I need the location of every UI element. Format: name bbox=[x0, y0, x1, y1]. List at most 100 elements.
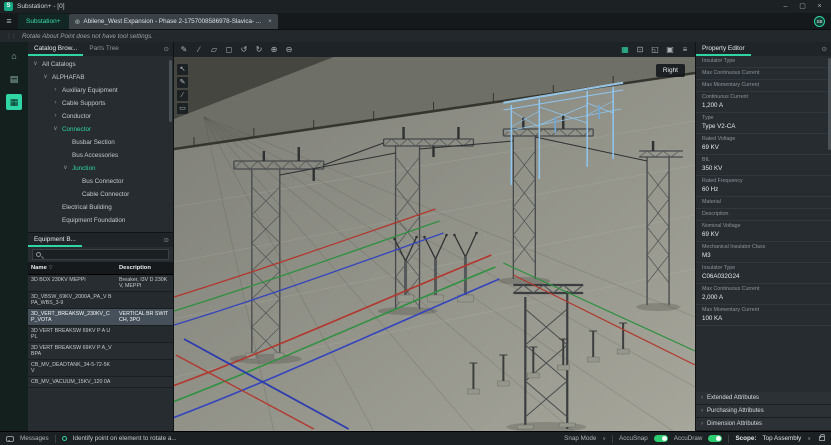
chevron-down-icon[interactable]: ∨ bbox=[42, 71, 49, 84]
saved-views-icon[interactable]: ▦ bbox=[620, 42, 630, 57]
section-header[interactable]: ›Dimension Attributes bbox=[696, 418, 831, 431]
zoom-out-icon[interactable]: ⊖ bbox=[284, 42, 294, 57]
table-row[interactable]: CB_MV_VACUUM_15KV_120 0A bbox=[28, 377, 173, 388]
property-field[interactable]: Max Momentary Current bbox=[696, 80, 831, 92]
column-header-description[interactable]: Description bbox=[116, 262, 173, 274]
viewport-side-tools: ↖ ✎ ∕ ▭ bbox=[177, 64, 188, 114]
line-icon[interactable]: ∕ bbox=[177, 90, 188, 101]
tree-item[interactable]: Busbar Section bbox=[28, 136, 173, 149]
lock-icon[interactable] bbox=[819, 436, 825, 441]
view-attributes-icon[interactable]: ▣ bbox=[665, 42, 675, 57]
scope-dropdown[interactable]: Top Assembly bbox=[762, 435, 801, 442]
view-cube-label[interactable]: Right bbox=[656, 64, 685, 77]
accudraw-toggle[interactable] bbox=[708, 435, 722, 442]
chevron-down-icon[interactable]: ∨ bbox=[807, 436, 811, 442]
property-field[interactable]: Nominal Voltage69 KV bbox=[696, 221, 831, 242]
divider bbox=[55, 435, 56, 443]
fit-view-icon[interactable]: ⊡ bbox=[635, 42, 645, 57]
line-icon[interactable]: ∕ bbox=[194, 42, 204, 57]
pen-icon[interactable]: ✎ bbox=[179, 42, 189, 57]
chevron-right-icon[interactable]: › bbox=[52, 84, 59, 97]
table-row[interactable]: 3D_VBSW_69KV_2000A_PA_V BPA_WBS_3-9 bbox=[28, 292, 173, 309]
pin-icon[interactable]: ⊙ bbox=[822, 45, 827, 53]
property-field[interactable]: TypeType V2-CA bbox=[696, 113, 831, 134]
viewport[interactable]: ✎ ∕ ▱ ◻ ↺ ↻ ⊕ ⊖ ▦ ⊡ ◱ ▣ ≡ ↖ ✎ ∕ ▭ Right bbox=[174, 42, 695, 431]
tree-item[interactable]: ›Auxiliary Equipment bbox=[28, 84, 173, 97]
property-field[interactable]: Material bbox=[696, 197, 831, 209]
tab-property-editor[interactable]: Property Editor bbox=[696, 42, 751, 56]
tree-item[interactable]: Equipment Foundation bbox=[28, 214, 173, 227]
tab-close-icon[interactable]: × bbox=[268, 18, 272, 25]
close-button[interactable]: × bbox=[812, 0, 827, 13]
search-input[interactable] bbox=[32, 249, 169, 260]
property-field[interactable]: Insulator TypeC06A032G24 bbox=[696, 263, 831, 284]
property-field[interactable]: Insulator Type bbox=[696, 56, 831, 68]
polygon-icon[interactable]: ▱ bbox=[209, 42, 219, 57]
tree-item[interactable]: ∨Junction bbox=[28, 162, 173, 175]
minimize-button[interactable]: – bbox=[778, 0, 793, 13]
tree-item[interactable]: ∨ALPHAFAB bbox=[28, 71, 173, 84]
property-field[interactable]: Max Continuous Current2,000 A bbox=[696, 284, 831, 305]
tree-item[interactable]: ›Cable Supports bbox=[28, 97, 173, 110]
snap-mode-label[interactable]: Snap Mode bbox=[564, 435, 596, 442]
tree-item[interactable]: Electrical Building bbox=[28, 201, 173, 214]
tab-parts-tree[interactable]: Parts Tree bbox=[83, 42, 124, 56]
window-area-icon[interactable]: ◱ bbox=[650, 42, 660, 57]
property-field[interactable]: Rated Frequency60 Hz bbox=[696, 176, 831, 197]
property-field[interactable]: BIL350 KV bbox=[696, 155, 831, 176]
catalog-icon[interactable]: ▦ bbox=[6, 94, 22, 110]
tab-equipment-browser[interactable]: Equipment B... bbox=[28, 233, 82, 247]
explorer-icon[interactable]: ▤ bbox=[6, 71, 22, 87]
column-header-name[interactable]: Name ▽ bbox=[28, 262, 116, 274]
grip-icon[interactable]: ⋮⋮ bbox=[6, 33, 16, 40]
chevron-down-icon[interactable]: ∨ bbox=[52, 123, 59, 136]
accusnap-toggle[interactable] bbox=[654, 435, 668, 442]
property-field[interactable]: Description bbox=[696, 209, 831, 221]
tree-item[interactable]: Cable Connector bbox=[28, 188, 173, 201]
rotate-cw-icon[interactable]: ↻ bbox=[254, 42, 264, 57]
messages-label[interactable]: Messages bbox=[20, 435, 49, 442]
table-row[interactable]: 3D VERT BREAKSW 69KV P A_VBPA bbox=[28, 343, 173, 360]
tab-catalog-browser[interactable]: Catalog Brow... bbox=[28, 42, 83, 56]
menu-icon[interactable]: ≡ bbox=[0, 13, 18, 29]
rotate-ccw-icon[interactable]: ↺ bbox=[239, 42, 249, 57]
scrollbar[interactable] bbox=[169, 60, 172, 122]
property-field[interactable]: Continuous Current1,200 A bbox=[696, 92, 831, 113]
table-row[interactable]: 3D BOX 230KV MEPPIBreaker, I3V D 230KV, … bbox=[28, 275, 173, 292]
tree-item[interactable]: ›Conductor bbox=[28, 110, 173, 123]
section-header[interactable]: ›Purchasing Attributes bbox=[696, 405, 831, 418]
user-avatar[interactable]: SB bbox=[814, 16, 825, 27]
zoom-in-icon[interactable]: ⊕ bbox=[269, 42, 279, 57]
chevron-right-icon[interactable]: › bbox=[52, 110, 59, 123]
tree-item[interactable]: ∨All Catalogs bbox=[28, 58, 173, 71]
property-field[interactable]: Mechanical Insulator ClassM3 bbox=[696, 242, 831, 263]
property-field[interactable]: Max Continuous Current bbox=[696, 68, 831, 80]
messages-icon[interactable] bbox=[6, 436, 14, 442]
tab-document[interactable]: ⊕ Abilene_West Expansion - Phase 2-17570… bbox=[69, 14, 278, 29]
sketch-icon[interactable]: ✎ bbox=[177, 77, 188, 88]
table-row[interactable]: CB_MV_DEADTANK_34-5-72-5KV bbox=[28, 360, 173, 377]
property-field[interactable]: Rated Voltage69 KV bbox=[696, 134, 831, 155]
pin-icon[interactable]: ⊙ bbox=[164, 236, 169, 244]
tab-home[interactable]: Substation+ bbox=[18, 14, 69, 29]
tree-item[interactable]: Bus Connector bbox=[28, 175, 173, 188]
pin-icon[interactable]: ⊙ bbox=[164, 45, 169, 53]
tree-item[interactable]: ∨Connector bbox=[28, 123, 173, 136]
table-row[interactable]: 3D_VERT_BREAKSW_230KV_CP_VOTAVERTICAL BR… bbox=[28, 309, 173, 326]
filter-icon[interactable]: ▽ bbox=[49, 265, 53, 271]
property-field[interactable]: Max Momentary Current100 KA bbox=[696, 305, 831, 326]
chevron-right-icon[interactable]: › bbox=[52, 97, 59, 110]
maximize-button[interactable]: ▢ bbox=[795, 0, 810, 13]
home-icon[interactable]: ⌂ bbox=[6, 48, 22, 64]
chevron-down-icon[interactable]: ∨ bbox=[32, 58, 39, 71]
rectangle-icon[interactable]: ▭ bbox=[177, 103, 188, 114]
section-header[interactable]: ›Extended Attributes bbox=[696, 392, 831, 405]
chevron-down-icon[interactable]: ∨ bbox=[602, 436, 606, 442]
chevron-down-icon[interactable]: ∨ bbox=[62, 162, 69, 175]
tree-item[interactable]: Bus Accessories bbox=[28, 149, 173, 162]
select-icon[interactable]: ↖ bbox=[177, 64, 188, 75]
table-row[interactable]: 3D VERT BREAKSW 69KV P A UPL bbox=[28, 326, 173, 343]
view-menu-icon[interactable]: ≡ bbox=[680, 42, 690, 57]
viewport-3d-scene[interactable] bbox=[174, 57, 695, 431]
rectangle-icon[interactable]: ◻ bbox=[224, 42, 234, 57]
